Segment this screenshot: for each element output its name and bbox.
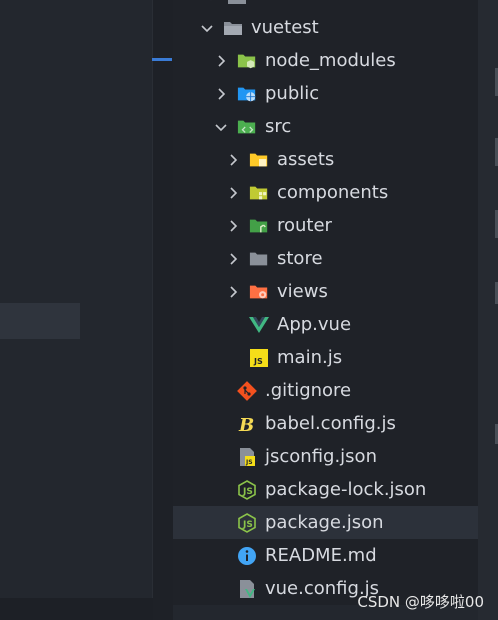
folder-open-icon (223, 18, 243, 38)
tree-item-babel-config[interactable]: B babel.config.js (173, 407, 478, 440)
tree-item-vuetest[interactable]: vuetest (173, 11, 478, 44)
tree-row-partial[interactable] (173, 0, 478, 4)
git-icon (237, 380, 257, 401)
folder-views-icon (249, 282, 269, 302)
active-indicator (152, 58, 172, 61)
folder-public-icon (237, 84, 257, 104)
svg-text:JS: JS (242, 520, 253, 530)
tree-item-views[interactable]: views (173, 275, 478, 308)
tree-item-label: package-lock.json (265, 479, 427, 500)
tree-item-components[interactable]: components (173, 176, 478, 209)
file-explorer-tree: vuetest node_modules public src assets c… (173, 0, 478, 605)
tree-item-label: public (265, 83, 320, 104)
chevron-down-icon (213, 119, 229, 135)
nodejs-icon: JS (237, 479, 257, 500)
tree-item-app-vue[interactable]: App.vue (173, 308, 478, 341)
tree-item-src[interactable]: src (173, 110, 478, 143)
chevron-right-icon (213, 53, 229, 69)
chevron-right-icon (225, 152, 241, 168)
tree-item-store[interactable]: store (173, 242, 478, 275)
vue-config-icon (237, 579, 257, 599)
tree-item-router[interactable]: router (173, 209, 478, 242)
vue-file-icon (249, 315, 269, 335)
folder-router-icon (249, 216, 269, 236)
svg-text:JS: JS (253, 357, 263, 366)
tree-item-label: node_modules (265, 50, 396, 71)
folder-src-icon (237, 117, 257, 137)
info-icon (237, 546, 257, 566)
chevron-right-icon (213, 86, 229, 102)
tree-item-label: vuetest (251, 17, 319, 38)
tree-item-label: views (277, 281, 328, 302)
tree-item-label: src (265, 116, 292, 137)
tree-item-label: components (277, 182, 389, 203)
chevron-right-icon (225, 218, 241, 234)
tree-item-label: router (277, 215, 332, 236)
chevron-right-icon (225, 284, 241, 300)
chevron-right-icon (225, 185, 241, 201)
editor-scroll-strip[interactable] (478, 0, 498, 620)
folder-icon (227, 0, 247, 7)
babel-icon: B (237, 414, 257, 434)
tree-item-assets[interactable]: assets (173, 143, 478, 176)
js-file-icon: JS (249, 348, 269, 368)
svg-text:JS: JS (242, 487, 253, 497)
tree-item-label: README.md (265, 545, 377, 566)
svg-text:B: B (238, 415, 254, 434)
tree-item-label: babel.config.js (265, 413, 396, 434)
folder-assets-icon (249, 150, 269, 170)
status-area (0, 598, 173, 620)
tree-item-label: assets (277, 149, 335, 170)
tree-item-package-lock[interactable]: JS package-lock.json (173, 473, 478, 506)
tree-item-readme[interactable]: README.md (173, 539, 478, 572)
tree-item-label: main.js (277, 347, 343, 368)
tree-item-label: jsconfig.json (265, 446, 377, 467)
tree-item-label: .gitignore (265, 380, 352, 401)
tree-item-label: package.json (265, 512, 384, 533)
tree-item-main-js[interactable]: JS main.js (173, 341, 478, 374)
tree-gutter (153, 0, 173, 620)
folder-node-icon (237, 51, 257, 71)
chevron-down-icon (199, 20, 215, 36)
svg-text:JS: JS (245, 459, 253, 466)
tree-item-gitignore[interactable]: .gitignore (173, 374, 478, 407)
watermark-text: CSDN @哆哆啦00 (357, 593, 484, 611)
tree-item-label: App.vue (277, 314, 352, 335)
folder-icon (249, 249, 269, 269)
folder-components-icon (249, 183, 269, 203)
tree-item-node-modules[interactable]: node_modules (173, 44, 478, 77)
tree-item-label: store (277, 248, 323, 269)
tree-item-jsconfig[interactable]: JS jsconfig.json (173, 440, 478, 473)
editor-side-panel (0, 0, 173, 620)
chevron-right-icon (225, 251, 241, 267)
jsconfig-icon: JS (237, 447, 257, 467)
tree-item-package-json[interactable]: JS package.json (173, 506, 478, 539)
nodejs-icon: JS (237, 512, 257, 533)
side-panel-selected-row[interactable] (0, 303, 80, 339)
chevron-down-icon (203, 0, 219, 5)
tree-item-public[interactable]: public (173, 77, 478, 110)
